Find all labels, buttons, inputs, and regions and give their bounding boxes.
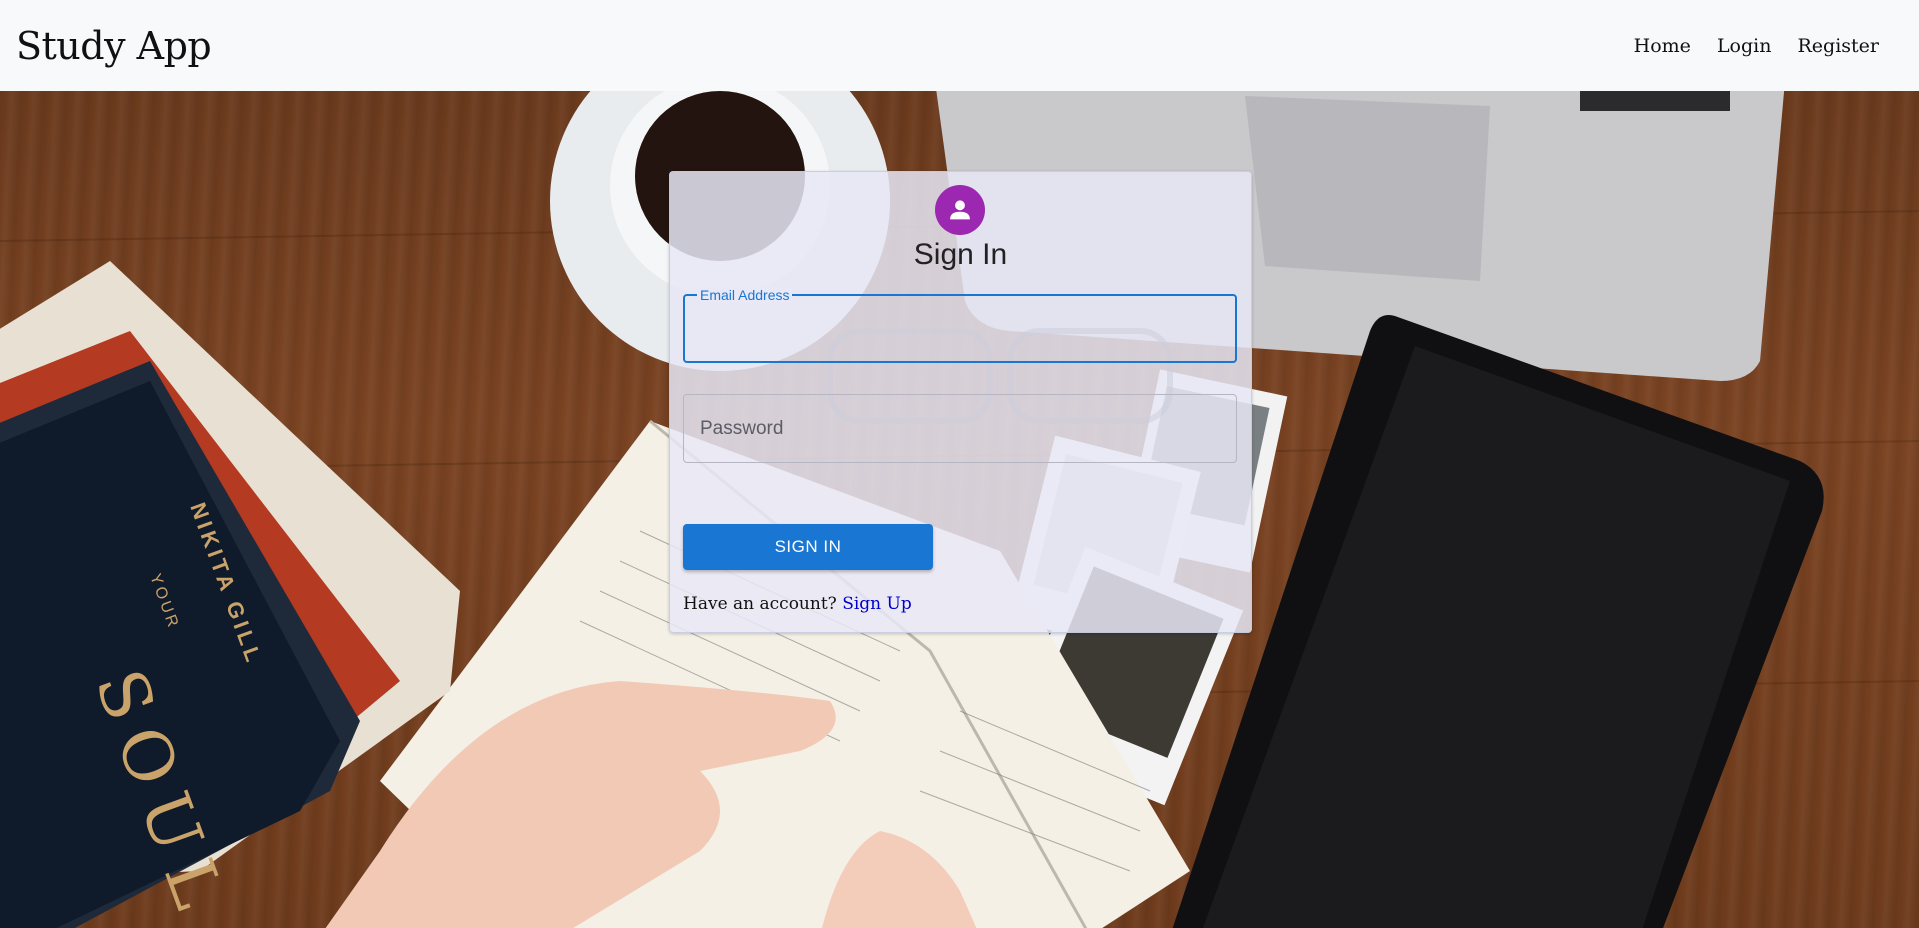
account-prompt: Have an account? xyxy=(683,594,837,614)
signup-row: Have an account? Sign Up xyxy=(683,594,912,614)
email-field[interactable]: Email Address xyxy=(683,287,1237,363)
nav-link-login[interactable]: Login xyxy=(1717,35,1772,57)
signin-card: Sign In Email Address SIGN IN Have an ac… xyxy=(669,171,1252,633)
nav-links: Home Login Register xyxy=(1634,35,1879,57)
nav-link-home[interactable]: Home xyxy=(1634,35,1691,57)
sign-in-button[interactable]: SIGN IN xyxy=(683,524,933,570)
signin-title: Sign In xyxy=(913,238,1008,271)
person-icon xyxy=(935,185,985,235)
sign-up-link[interactable]: Sign Up xyxy=(842,594,912,614)
password-input[interactable] xyxy=(684,395,1236,462)
password-field[interactable] xyxy=(683,394,1237,463)
app-brand[interactable]: Study App xyxy=(16,24,212,68)
email-input[interactable] xyxy=(685,296,1235,361)
nav-link-register[interactable]: Register xyxy=(1797,35,1879,57)
top-navbar: Study App Home Login Register xyxy=(0,0,1919,91)
